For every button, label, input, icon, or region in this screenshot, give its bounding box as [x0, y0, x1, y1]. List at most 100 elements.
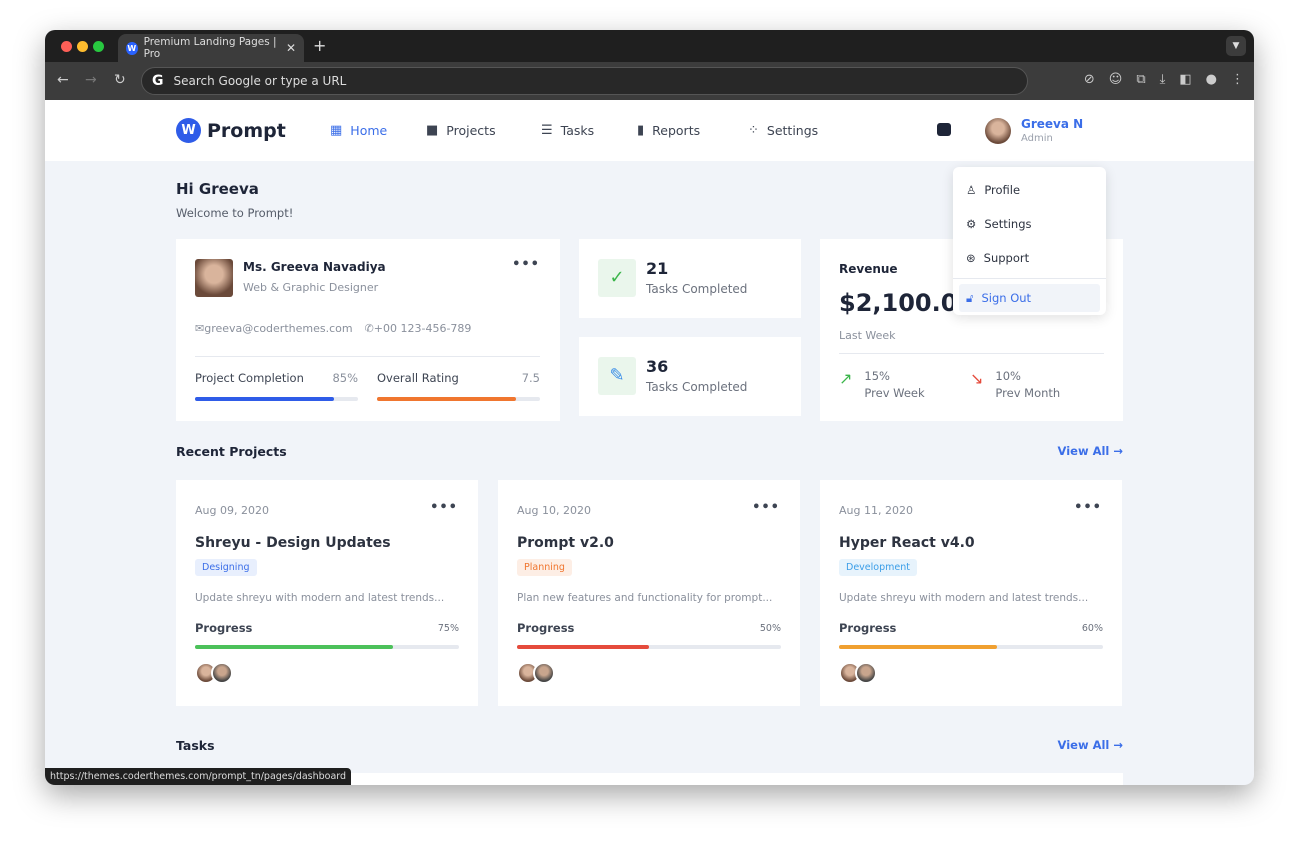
nav-settings[interactable]: ⁘ Settings: [748, 123, 818, 138]
maximize-window-button[interactable]: [93, 41, 104, 52]
list-icon: ☰: [541, 123, 553, 138]
grid-icon: ▦: [330, 123, 343, 138]
project-date: Aug 11, 2020: [839, 504, 913, 517]
page: W Prompt ▦ Home ■ Projects ☰ Tasks ▮ Reports …: [45, 100, 1254, 785]
more-icon[interactable]: •••: [512, 257, 540, 272]
nav-label: Projects: [446, 123, 496, 138]
progress-value: 50%: [759, 622, 781, 634]
stat-card: ✓ 21 Tasks Completed: [579, 239, 801, 318]
nav-label: Home: [350, 123, 388, 138]
section-title: Recent Projects: [176, 444, 287, 459]
nav-home[interactable]: ▦ Home: [330, 123, 387, 138]
view-all-tasks-link[interactable]: View All →: [1058, 738, 1124, 752]
section-title: Tasks: [176, 738, 215, 753]
project-date: Aug 10, 2020: [517, 504, 591, 517]
more-icon[interactable]: •••: [1074, 500, 1102, 515]
view-all-projects-link[interactable]: View All →: [1058, 444, 1124, 458]
down-value: 10%: [995, 369, 1021, 383]
dropdown-label: Profile: [984, 183, 1021, 197]
member-avatar[interactable]: [533, 662, 555, 684]
forward-icon[interactable]: →: [85, 72, 97, 88]
tab-title: Premium Landing Pages | Pro: [143, 36, 277, 60]
dropdown-profile[interactable]: ♙ Profile: [953, 173, 1106, 207]
completion-bar: [195, 397, 358, 401]
user-dropdown: ♙ Profile ⚙ Settings ⊛ Support 🔓︎ Sign Out: [953, 167, 1106, 315]
gear-icon: ⚙: [966, 217, 977, 231]
puzzle-icon[interactable]: ⧉: [1136, 72, 1145, 87]
project-card[interactable]: Aug 10, 2020 ••• Prompt v2.0 Planning Pl…: [498, 480, 800, 706]
profile-title: Web & Graphic Designer: [243, 281, 379, 294]
lifebuoy-icon: ⊛: [966, 251, 976, 265]
project-card[interactable]: Aug 09, 2020 ••• Shreyu - Design Updates…: [176, 480, 478, 706]
browser-tab[interactable]: W Premium Landing Pages | Pro ✕: [118, 34, 304, 62]
stat-value: 36: [646, 357, 669, 376]
project-date: Aug 09, 2020: [195, 504, 269, 517]
user-menu[interactable]: Greeva N Admin: [985, 117, 1083, 144]
progress-bar: [517, 645, 781, 649]
project-tag: Development: [839, 559, 917, 576]
more-icon[interactable]: •••: [430, 500, 458, 515]
project-name[interactable]: Shreyu - Design Updates: [195, 535, 444, 551]
nav-label: Reports: [652, 123, 701, 138]
chevron-down-icon[interactable]: ▼: [1226, 36, 1246, 56]
rating-bar: [377, 397, 540, 401]
dropdown-label: Sign Out: [981, 291, 1032, 305]
nav-projects[interactable]: ■ Projects: [426, 123, 496, 138]
back-icon[interactable]: ←: [57, 72, 69, 88]
nav-tasks[interactable]: ☰ Tasks: [541, 123, 594, 138]
project-name[interactable]: Hyper React v4.0: [839, 535, 1088, 551]
reload-icon[interactable]: ↻: [114, 72, 126, 88]
revenue-title: Revenue: [839, 262, 898, 276]
project-description: Update shreyu with modern and latest tre…: [195, 592, 445, 604]
avatar: [985, 117, 1011, 144]
close-tab-icon[interactable]: ✕: [286, 41, 296, 55]
progress-label: Progress: [517, 621, 575, 635]
extension-icon[interactable]: ⊘: [1084, 72, 1095, 87]
project-tag: Designing: [195, 559, 257, 576]
profile-photo: [195, 259, 233, 297]
project-description: Update shreyu with modern and latest tre…: [839, 592, 1089, 604]
profile-email[interactable]: greeva@coderthemes.com: [204, 322, 352, 335]
completion-label: Project Completion: [195, 371, 304, 385]
user-role: Admin: [1021, 133, 1053, 144]
unlock-icon: 🔓︎: [966, 290, 974, 305]
recent-projects-header: Recent Projects View All →: [176, 444, 1123, 459]
minimize-window-button[interactable]: [77, 41, 88, 52]
nav-reports[interactable]: ▮ Reports: [637, 123, 700, 138]
bar-chart-icon: ▮: [637, 123, 645, 138]
trending-up-icon: ↗: [839, 369, 853, 388]
tab-bar: W Premium Landing Pages | Pro ✕ + ▼: [45, 30, 1254, 62]
download-icon[interactable]: ⤓: [1160, 72, 1166, 87]
down-label: Prev Month: [995, 386, 1061, 400]
up-value: 15%: [864, 369, 890, 383]
project-name[interactable]: Prompt v2.0: [517, 535, 772, 551]
dark-mode-icon[interactable]: [937, 123, 951, 136]
member-avatar[interactable]: [855, 662, 877, 684]
avatar-icon[interactable]: ●: [1206, 72, 1217, 87]
profile-card: Ms. Greeva Navadiya Web & Graphic Design…: [176, 239, 560, 421]
close-window-button[interactable]: [61, 41, 72, 52]
kebab-menu-icon[interactable]: ⋮: [1231, 72, 1244, 87]
sidebar-icon[interactable]: ◧: [1179, 72, 1191, 87]
member-avatar[interactable]: [211, 662, 233, 684]
stat-label: Tasks Completed: [646, 282, 748, 296]
mail-icon: ✉: [195, 322, 205, 335]
dropdown-support[interactable]: ⊛ Support: [953, 241, 1106, 275]
dropdown-sign-out[interactable]: 🔓︎ Sign Out: [959, 284, 1100, 312]
more-icon[interactable]: •••: [752, 500, 780, 515]
google-icon: G: [152, 73, 164, 89]
brand-logo[interactable]: W Prompt: [176, 118, 286, 143]
project-card[interactable]: Aug 11, 2020 ••• Hyper React v4.0 Develo…: [820, 480, 1122, 706]
dropdown-settings[interactable]: ⚙ Settings: [953, 207, 1106, 241]
new-tab-icon[interactable]: +: [313, 36, 326, 55]
brand-name: Prompt: [207, 119, 286, 142]
rating-label: Overall Rating: [377, 371, 459, 385]
address-bar[interactable]: G Search Google or type a URL: [141, 67, 1028, 95]
progress-label: Progress: [195, 621, 253, 635]
nav-label: Settings: [766, 123, 819, 138]
rating-value: 7.5: [521, 371, 540, 385]
user-icon: ♙: [966, 183, 977, 197]
stat-value: 21: [646, 259, 669, 278]
status-bar-url: https://themes.coderthemes.com/prompt_tn…: [45, 768, 352, 785]
profile-extension-icon[interactable]: ☺: [1109, 72, 1123, 87]
